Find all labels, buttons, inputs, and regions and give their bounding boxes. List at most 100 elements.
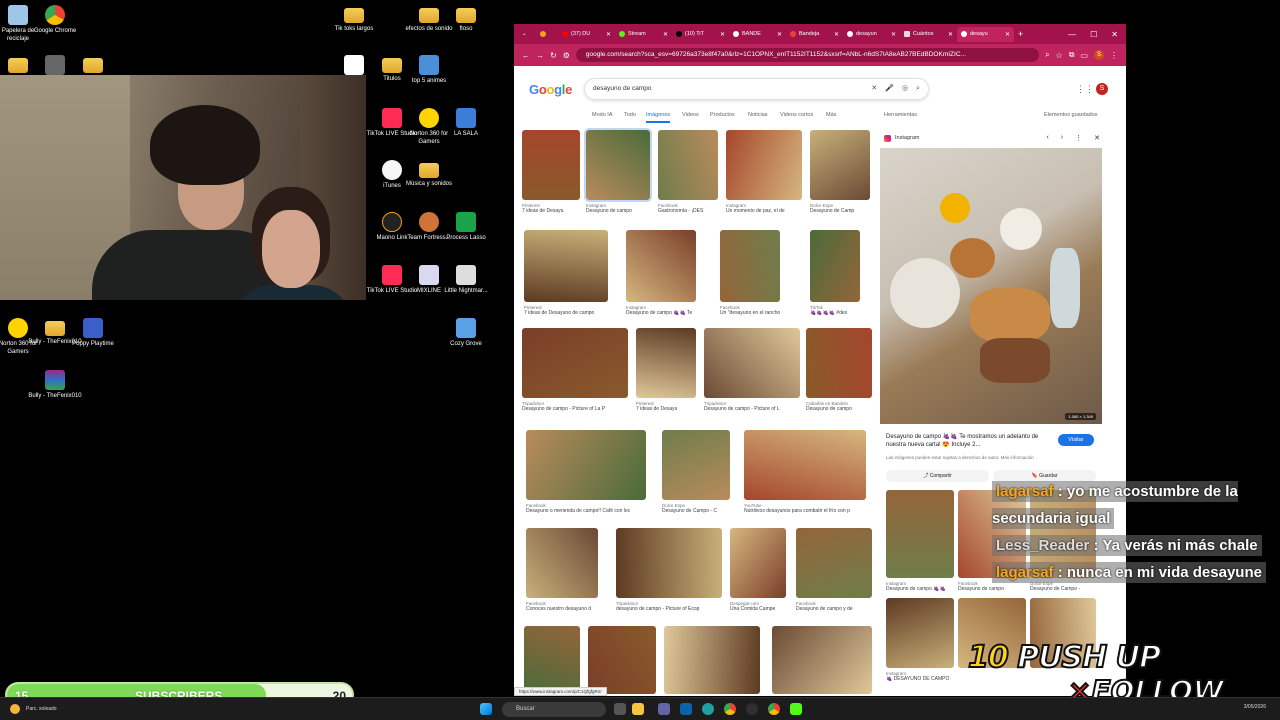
result-thumbnail[interactable] [772, 626, 872, 694]
clock[interactable]: 3/05/2026 [1244, 704, 1266, 710]
tab-modo-ia[interactable]: Modo IA [592, 112, 612, 118]
image-result[interactable]: Pinterest 7 ideas de Desayuno de campo [524, 230, 608, 316]
address-bar[interactable]: google.com/search?sca_esv=69726a373e8f47… [575, 48, 1040, 62]
image-result[interactable] [772, 626, 872, 696]
file-icon[interactable]: LA SALA [438, 108, 494, 138]
result-thumbnail[interactable] [662, 430, 730, 500]
image-result[interactable] [664, 626, 760, 696]
result-title[interactable]: Una Comida Campe [730, 606, 786, 612]
new-tab-button[interactable]: + [1014, 29, 1027, 39]
sidebar-icon[interactable]: ▭ [1080, 51, 1088, 60]
chrome-taskbar-icon[interactable] [724, 703, 736, 715]
folder-icon[interactable]: Música y sonidos [401, 160, 457, 188]
result-thumbnail[interactable] [626, 230, 696, 302]
close-button[interactable]: ✕ [1111, 30, 1118, 39]
image-result[interactable]: Instagram Desayuno de campo 🍇🍇 Te [626, 230, 696, 316]
result-thumbnail[interactable] [616, 528, 722, 598]
taskbar-search[interactable]: Buscar [502, 702, 606, 717]
browser-tab[interactable]: BANDE ✕ [729, 27, 786, 42]
image-result[interactable]: Facebook Un "desayuno en el rancho [720, 230, 780, 316]
related-thumbnail[interactable] [886, 598, 954, 668]
image-result[interactable]: Tripadvisor Desayuno de campo - Picture o… [522, 328, 628, 412]
related-image[interactable]: Instagram Desayuno de campo 🍇🍇 [886, 490, 954, 592]
apps-grid-icon[interactable]: ⋮⋮ [1076, 84, 1094, 95]
tab-noticias[interactable]: Noticias [748, 112, 768, 118]
result-thumbnail[interactable] [526, 430, 646, 500]
lens-icon[interactable]: ◎ [902, 79, 908, 99]
file-icon[interactable]: top 5 animes [401, 55, 457, 85]
saved-items-link[interactable]: Elementos guardados [1044, 112, 1098, 118]
menu-icon[interactable]: ⋮ [1110, 51, 1118, 60]
result-thumbnail[interactable] [704, 328, 800, 398]
process-lasso-icon[interactable]: Process Lasso [438, 212, 494, 242]
related-title[interactable]: Desayuno de campo 🍇🍇 [886, 586, 954, 592]
chrome-icon[interactable]: Google Chrome [27, 5, 83, 35]
chrome-taskbar-icon[interactable] [768, 703, 780, 715]
image-result[interactable]: Pinterest 7 ideas de Desayu [636, 328, 696, 412]
little-nightmares-icon[interactable]: Little Nightmar... [438, 265, 494, 295]
prev-icon[interactable]: ‹ [1046, 134, 1048, 142]
forward-icon[interactable]: → [536, 51, 544, 60]
result-title[interactable]: Desayuno de campo 🍇🍇 Te [626, 310, 696, 316]
result-title[interactable]: Desayuno o merienda de campo!! Café con … [526, 508, 646, 514]
result-title[interactable]: Un momento de paz, el de [726, 208, 802, 214]
related-image[interactable]: Instagram 🍇 DESAYUNO DE CAMPO [886, 598, 954, 682]
reload-icon[interactable]: ↻ [550, 51, 557, 60]
image-result[interactable]: Facebook Conoces nuestro desayuno d [526, 528, 598, 612]
result-title[interactable]: Conoces nuestro desayuno d [526, 606, 598, 612]
image-result[interactable]: Facebook Desayuno de campo y de [796, 528, 872, 612]
browser-tab[interactable]: (10) TiT ✕ [672, 27, 729, 42]
result-thumbnail[interactable] [810, 230, 860, 302]
related-title[interactable]: 🍇 DESAYUNO DE CAMPO [886, 676, 954, 682]
tab-todo[interactable]: Todo [624, 112, 636, 118]
close-panel-icon[interactable]: ✕ [1094, 134, 1100, 142]
result-thumbnail[interactable] [524, 230, 608, 302]
tab-imagenes[interactable]: Imágenes [646, 112, 671, 123]
result-thumbnail[interactable] [524, 626, 580, 694]
related-title[interactable]: Desayuno de Campo - [1030, 586, 1096, 592]
result-title[interactable]: Desayuno de campo [586, 208, 650, 214]
browser-tab[interactable]: Stream ✕ [615, 27, 672, 42]
cozy-grove-icon[interactable]: Cozy Grove [438, 318, 494, 348]
result-thumbnail[interactable] [526, 528, 598, 598]
browser-tab[interactable]: Bandeja ✕ [786, 27, 843, 42]
result-thumbnail[interactable] [730, 528, 786, 598]
maximize-button[interactable]: ☐ [1090, 30, 1097, 39]
tab-search-icon[interactable]: ⌄ [518, 27, 536, 42]
tools-button[interactable]: Herramientas [884, 112, 917, 118]
tab-videos[interactable]: Videos [682, 112, 699, 118]
result-title[interactable]: Desayuno de campo [806, 406, 872, 412]
result-title[interactable]: Desayuno de Camp [810, 208, 870, 214]
related-thumbnail[interactable] [886, 490, 954, 578]
clear-icon[interactable]: ✕ [871, 79, 877, 99]
profile-avatar[interactable]: S [1094, 50, 1104, 60]
tab-videos-cortos[interactable]: Videos cortos [780, 112, 813, 118]
image-result[interactable] [588, 626, 656, 696]
explorer-icon[interactable] [632, 703, 644, 715]
result-title[interactable]: Un "desayuno en el rancho [720, 310, 780, 316]
result-title[interactable]: Desayuno de Campo - C [662, 508, 730, 514]
weather-text[interactable]: Parc. soleado [26, 706, 57, 712]
mail-icon[interactable] [680, 703, 692, 715]
result-thumbnail[interactable] [588, 626, 656, 694]
result-thumbnail[interactable] [522, 328, 628, 398]
start-icon[interactable] [480, 703, 492, 715]
result-thumbnail[interactable] [584, 128, 652, 202]
result-title[interactable]: 7 ideas de Desayuno de campo [524, 310, 608, 316]
image-result[interactable]: Tripadvisor Desayuno de campo - Picture o… [704, 328, 800, 412]
image-result[interactable] [524, 626, 580, 696]
folder-icon[interactable]: Tik toks largos [326, 5, 382, 33]
result-thumbnail[interactable] [744, 430, 866, 500]
back-icon[interactable]: ← [522, 51, 530, 60]
zoom-icon[interactable]: ⌕ [1045, 50, 1049, 60]
result-title[interactable]: 7 ideas de Desayu [636, 406, 696, 412]
result-thumbnail[interactable] [664, 626, 760, 694]
result-title[interactable]: Desayuno de campo y de [796, 606, 872, 612]
browser-tab[interactable] [536, 27, 558, 42]
search-input[interactable]: desayuno de campo ✕ 🎤 ◎ ⌕ [584, 78, 929, 100]
minimize-button[interactable]: — [1068, 30, 1076, 39]
image-result[interactable]: Pinterest 7 ideas de Desayu [522, 130, 580, 214]
result-thumbnail[interactable] [810, 130, 870, 200]
result-thumbnail[interactable] [806, 328, 872, 398]
result-thumbnail[interactable] [636, 328, 696, 398]
